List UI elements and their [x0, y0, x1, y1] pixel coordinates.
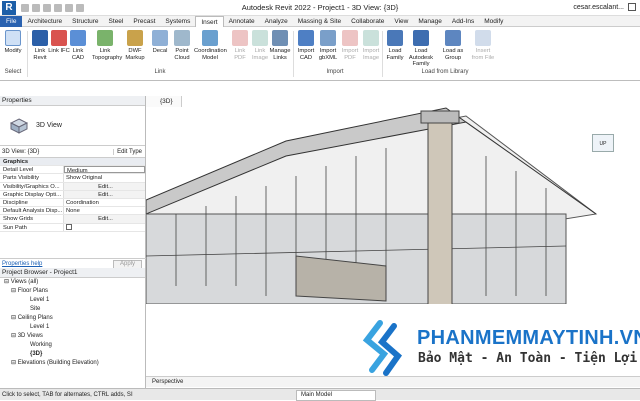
- title-bar: R Autodesk Revit 2022 - Project1 - 3D Vi…: [0, 0, 640, 16]
- link-image-button[interactable]: Link Image: [249, 30, 271, 61]
- property-row: Detail Level Medium: [0, 166, 145, 175]
- load-autodesk-family-button[interactable]: Load Autodesk Family: [406, 30, 436, 68]
- ribbon-tabs: File Architecture Structure Steel Precas…: [0, 15, 640, 27]
- import-cad-button[interactable]: Import CAD: [295, 30, 317, 61]
- tab-annotate[interactable]: Annotate: [224, 16, 260, 27]
- load-as-group-button[interactable]: Load as Group: [440, 30, 466, 61]
- property-row: Visibility/Graphics O... Edit...: [0, 182, 145, 191]
- modify-button[interactable]: Modify: [2, 30, 24, 55]
- import-image-button[interactable]: Import Image: [360, 30, 382, 61]
- tab-analyze[interactable]: Analyze: [260, 16, 293, 27]
- tab-modify[interactable]: Modify: [479, 16, 508, 27]
- type-name: 3D View: [36, 122, 62, 129]
- property-row: Graphic Display Opti... Edit...: [0, 190, 145, 199]
- watermark-subtitle: Bảo Mật - An Toàn - Tiện Lợi: [418, 351, 638, 366]
- panel-label-link: Link: [154, 69, 166, 75]
- tree-item-active[interactable]: {3D}: [4, 350, 145, 359]
- point-cloud-button[interactable]: Point Cloud: [171, 30, 193, 61]
- tab-steel[interactable]: Steel: [104, 16, 129, 27]
- view-selector[interactable]: 3D View: {3D}: [2, 149, 113, 155]
- properties-help-link[interactable]: Properties help: [0, 261, 42, 267]
- watermark-title: PHANMEMMAYTINH.VN: [417, 327, 640, 349]
- tree-item[interactable]: ⊟ Floor Plans: [4, 287, 145, 296]
- user-name[interactable]: cesar.escalant...: [573, 4, 624, 11]
- ribbon: Modify Link Revit Link IFC Link CAD Link…: [0, 27, 640, 81]
- tree-item[interactable]: Site: [4, 305, 145, 314]
- quick-access-toolbar[interactable]: [21, 3, 84, 12]
- tab-add-ins[interactable]: Add-Ins: [447, 16, 479, 27]
- perspective-label[interactable]: Perspective: [152, 379, 183, 385]
- window-title: Autodesk Revit 2022 - Project1 - 3D View…: [241, 3, 399, 12]
- decal-button[interactable]: Decal: [149, 30, 171, 55]
- window-control-icon[interactable]: [628, 3, 636, 11]
- tree-item[interactable]: ⊟ Ceiling Plans: [4, 314, 145, 323]
- tab-file[interactable]: File: [0, 15, 23, 27]
- status-text: Click to select, TAB for alternates, CTR…: [2, 392, 133, 398]
- tree-item[interactable]: ⊟ Views (all): [4, 278, 145, 287]
- property-row: Discipline Coordination: [0, 198, 145, 208]
- tab-structure[interactable]: Structure: [67, 16, 103, 27]
- dwf-markup-button[interactable]: DWF Markup: [124, 30, 146, 61]
- tree-item[interactable]: ⊟ Elevations (Building Elevation): [4, 359, 145, 368]
- tab-view[interactable]: View: [389, 16, 413, 27]
- project-browser: Project Browser - Project1 ⊟ Views (all)…: [0, 268, 146, 388]
- sun-path-checkbox[interactable]: [66, 223, 72, 230]
- link-topography-button[interactable]: Link Topography: [92, 30, 122, 61]
- property-row: Default Analysis Disp... None: [0, 207, 145, 216]
- tab-systems[interactable]: Systems: [160, 16, 195, 27]
- panel-label-load-from-library: Load from Library: [421, 69, 469, 75]
- property-row: Show Grids Edit...: [0, 215, 145, 224]
- active-model-select[interactable]: Main Model: [296, 390, 376, 401]
- link-cad-button[interactable]: Link CAD: [67, 30, 89, 61]
- insert-from-file-button[interactable]: Insert from File: [470, 30, 496, 61]
- tree-item[interactable]: ⊟ 3D Views: [4, 332, 145, 341]
- tab-architecture[interactable]: Architecture: [22, 16, 67, 27]
- tab-massing-site[interactable]: Massing & Site: [293, 16, 346, 27]
- tree-item[interactable]: Level 1: [4, 296, 145, 305]
- coordination-model-button[interactable]: Coordination Model: [194, 30, 227, 61]
- property-row: Parts Visibility Show Original: [0, 174, 145, 183]
- properties-palette: Properties 3D View 3D View: {3D} Edit Ty…: [0, 96, 146, 269]
- revit-logo-icon[interactable]: R: [2, 0, 16, 15]
- panel-label-select: Select: [4, 69, 22, 75]
- 3d-view-icon: [10, 118, 28, 134]
- status-bar: Click to select, TAB for alternates, CTR…: [0, 388, 640, 401]
- edit-type-button[interactable]: Edit Type: [113, 148, 145, 155]
- tree-item[interactable]: Working: [4, 341, 145, 350]
- load-family-button[interactable]: Load Family: [384, 30, 406, 61]
- property-row: Sun Path: [0, 223, 145, 232]
- import-pdf-button[interactable]: Import PDF: [339, 30, 361, 61]
- properties-group-label: Graphics: [3, 159, 29, 165]
- tab-insert[interactable]: Insert: [195, 15, 224, 27]
- project-browser-header: Project Browser - Project1: [0, 268, 145, 278]
- view-cube[interactable]: UP: [592, 134, 614, 152]
- type-selector[interactable]: 3D View: [0, 106, 145, 146]
- panel-label-import: Import: [326, 69, 344, 75]
- manage-links-button[interactable]: Manage Links: [269, 30, 291, 61]
- link-pdf-button[interactable]: Link PDF: [229, 30, 251, 61]
- properties-header: Properties: [0, 96, 145, 106]
- tree-item[interactable]: Level 1: [4, 323, 145, 332]
- watermark-logo-icon: [362, 320, 403, 376]
- import-gbxml-button[interactable]: Import gbXML: [317, 30, 339, 61]
- tab-manage[interactable]: Manage: [413, 16, 447, 27]
- tab-precast[interactable]: Precast: [128, 16, 160, 27]
- tab-collaborate[interactable]: Collaborate: [346, 16, 389, 27]
